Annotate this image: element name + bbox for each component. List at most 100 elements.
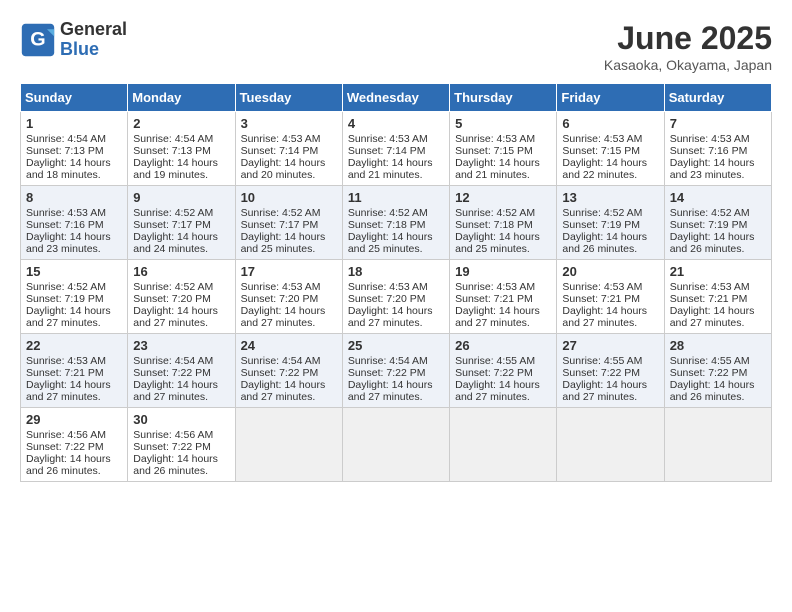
day-number: 22: [26, 338, 122, 353]
daylight-text: Daylight: 14 hours and 21 minutes.: [455, 157, 551, 181]
sunrise-text: Sunrise: 4:53 AM: [348, 281, 444, 293]
daylight-text: Daylight: 14 hours and 27 minutes.: [133, 305, 229, 329]
daylight-text: Daylight: 14 hours and 25 minutes.: [455, 231, 551, 255]
daylight-text: Daylight: 14 hours and 27 minutes.: [562, 379, 658, 403]
calendar-week-2: 8Sunrise: 4:53 AMSunset: 7:16 PMDaylight…: [21, 186, 772, 260]
calendar-cell: 19Sunrise: 4:53 AMSunset: 7:21 PMDayligh…: [450, 260, 557, 334]
calendar-cell: [342, 408, 449, 482]
sunset-text: Sunset: 7:16 PM: [26, 219, 122, 231]
day-number: 2: [133, 116, 229, 131]
sunset-text: Sunset: 7:21 PM: [455, 293, 551, 305]
calendar-cell: 28Sunrise: 4:55 AMSunset: 7:22 PMDayligh…: [664, 334, 771, 408]
daylight-text: Daylight: 14 hours and 27 minutes.: [562, 305, 658, 329]
calendar-cell: 17Sunrise: 4:53 AMSunset: 7:20 PMDayligh…: [235, 260, 342, 334]
sunset-text: Sunset: 7:20 PM: [241, 293, 337, 305]
daylight-text: Daylight: 14 hours and 27 minutes.: [26, 379, 122, 403]
day-number: 14: [670, 190, 766, 205]
calendar-cell: 24Sunrise: 4:54 AMSunset: 7:22 PMDayligh…: [235, 334, 342, 408]
sunset-text: Sunset: 7:22 PM: [241, 367, 337, 379]
daylight-text: Daylight: 14 hours and 22 minutes.: [562, 157, 658, 181]
header-monday: Monday: [128, 84, 235, 112]
sunrise-text: Sunrise: 4:55 AM: [562, 355, 658, 367]
sunrise-text: Sunrise: 4:54 AM: [241, 355, 337, 367]
day-number: 16: [133, 264, 229, 279]
sunrise-text: Sunrise: 4:52 AM: [133, 207, 229, 219]
day-number: 12: [455, 190, 551, 205]
sunrise-text: Sunrise: 4:52 AM: [241, 207, 337, 219]
sunset-text: Sunset: 7:15 PM: [455, 145, 551, 157]
daylight-text: Daylight: 14 hours and 21 minutes.: [348, 157, 444, 181]
sunrise-text: Sunrise: 4:53 AM: [562, 133, 658, 145]
day-number: 30: [133, 412, 229, 427]
day-number: 20: [562, 264, 658, 279]
calendar-cell: 14Sunrise: 4:52 AMSunset: 7:19 PMDayligh…: [664, 186, 771, 260]
daylight-text: Daylight: 14 hours and 27 minutes.: [348, 379, 444, 403]
sunset-text: Sunset: 7:14 PM: [348, 145, 444, 157]
calendar-cell: 9 Sunrise: 4:52 AMSunset: 7:17 PMDaylight…: [128, 186, 235, 260]
header-sunday: Sunday: [21, 84, 128, 112]
sunset-text: Sunset: 7:18 PM: [455, 219, 551, 231]
day-number: 27: [562, 338, 658, 353]
day-number: 1: [26, 116, 122, 131]
day-number: 6: [562, 116, 658, 131]
sunset-text: Sunset: 7:22 PM: [670, 367, 766, 379]
month-title: June 2025: [604, 20, 772, 57]
daylight-text: Daylight: 14 hours and 19 minutes.: [133, 157, 229, 181]
day-number: 25: [348, 338, 444, 353]
sunset-text: Sunset: 7:22 PM: [26, 441, 122, 453]
sunrise-text: Sunrise: 4:52 AM: [133, 281, 229, 293]
header-wednesday: Wednesday: [342, 84, 449, 112]
sunrise-text: Sunrise: 4:52 AM: [562, 207, 658, 219]
sunset-text: Sunset: 7:19 PM: [26, 293, 122, 305]
sunrise-text: Sunrise: 4:52 AM: [348, 207, 444, 219]
day-number: 7: [670, 116, 766, 131]
day-number: 26: [455, 338, 551, 353]
sunrise-text: Sunrise: 4:53 AM: [670, 281, 766, 293]
daylight-text: Daylight: 14 hours and 24 minutes.: [133, 231, 229, 255]
sunrise-text: Sunrise: 4:56 AM: [26, 429, 122, 441]
sunrise-text: Sunrise: 4:53 AM: [455, 281, 551, 293]
sunrise-text: Sunrise: 4:54 AM: [133, 355, 229, 367]
calendar-cell: 11Sunrise: 4:52 AMSunset: 7:18 PMDayligh…: [342, 186, 449, 260]
calendar-cell: 18Sunrise: 4:53 AMSunset: 7:20 PMDayligh…: [342, 260, 449, 334]
calendar-table: SundayMondayTuesdayWednesdayThursdayFrid…: [20, 83, 772, 482]
sunrise-text: Sunrise: 4:53 AM: [670, 133, 766, 145]
calendar-cell: 15Sunrise: 4:52 AMSunset: 7:19 PMDayligh…: [21, 260, 128, 334]
calendar-header-row: SundayMondayTuesdayWednesdayThursdayFrid…: [21, 84, 772, 112]
calendar-cell: 6Sunrise: 4:53 AMSunset: 7:15 PMDaylight…: [557, 112, 664, 186]
calendar-cell: 27Sunrise: 4:55 AMSunset: 7:22 PMDayligh…: [557, 334, 664, 408]
sunset-text: Sunset: 7:21 PM: [670, 293, 766, 305]
sunrise-text: Sunrise: 4:54 AM: [348, 355, 444, 367]
header-thursday: Thursday: [450, 84, 557, 112]
sunset-text: Sunset: 7:17 PM: [133, 219, 229, 231]
calendar-week-1: 1Sunrise: 4:54 AMSunset: 7:13 PMDaylight…: [21, 112, 772, 186]
calendar-cell: 16 Sunrise: 4:52 AMSunset: 7:20 PMDayligh…: [128, 260, 235, 334]
sunset-text: Sunset: 7:20 PM: [348, 293, 444, 305]
calendar-cell: 13Sunrise: 4:52 AMSunset: 7:19 PMDayligh…: [557, 186, 664, 260]
day-number: 28: [670, 338, 766, 353]
daylight-text: Daylight: 14 hours and 27 minutes.: [455, 379, 551, 403]
calendar-cell: [450, 408, 557, 482]
sunrise-text: Sunrise: 4:52 AM: [670, 207, 766, 219]
sunrise-text: Sunrise: 4:56 AM: [133, 429, 229, 441]
day-number: 9: [133, 190, 229, 205]
daylight-text: Daylight: 14 hours and 27 minutes.: [241, 379, 337, 403]
sunset-text: Sunset: 7:13 PM: [26, 145, 122, 157]
logo-icon: G: [20, 22, 56, 58]
daylight-text: Daylight: 14 hours and 26 minutes.: [26, 453, 122, 477]
daylight-text: Daylight: 14 hours and 25 minutes.: [348, 231, 444, 255]
calendar-cell: 12Sunrise: 4:52 AMSunset: 7:18 PMDayligh…: [450, 186, 557, 260]
sunrise-text: Sunrise: 4:53 AM: [348, 133, 444, 145]
sunset-text: Sunset: 7:16 PM: [670, 145, 766, 157]
calendar-cell: 23Sunrise: 4:54 AMSunset: 7:22 PMDayligh…: [128, 334, 235, 408]
sunrise-text: Sunrise: 4:53 AM: [241, 281, 337, 293]
logo-blue: Blue: [60, 40, 127, 60]
day-number: 4: [348, 116, 444, 131]
header-tuesday: Tuesday: [235, 84, 342, 112]
sunset-text: Sunset: 7:20 PM: [133, 293, 229, 305]
calendar-week-5: 29Sunrise: 4:56 AMSunset: 7:22 PMDayligh…: [21, 408, 772, 482]
daylight-text: Daylight: 14 hours and 26 minutes.: [562, 231, 658, 255]
sunset-text: Sunset: 7:22 PM: [133, 441, 229, 453]
daylight-text: Daylight: 14 hours and 27 minutes.: [348, 305, 444, 329]
sunset-text: Sunset: 7:13 PM: [133, 145, 229, 157]
